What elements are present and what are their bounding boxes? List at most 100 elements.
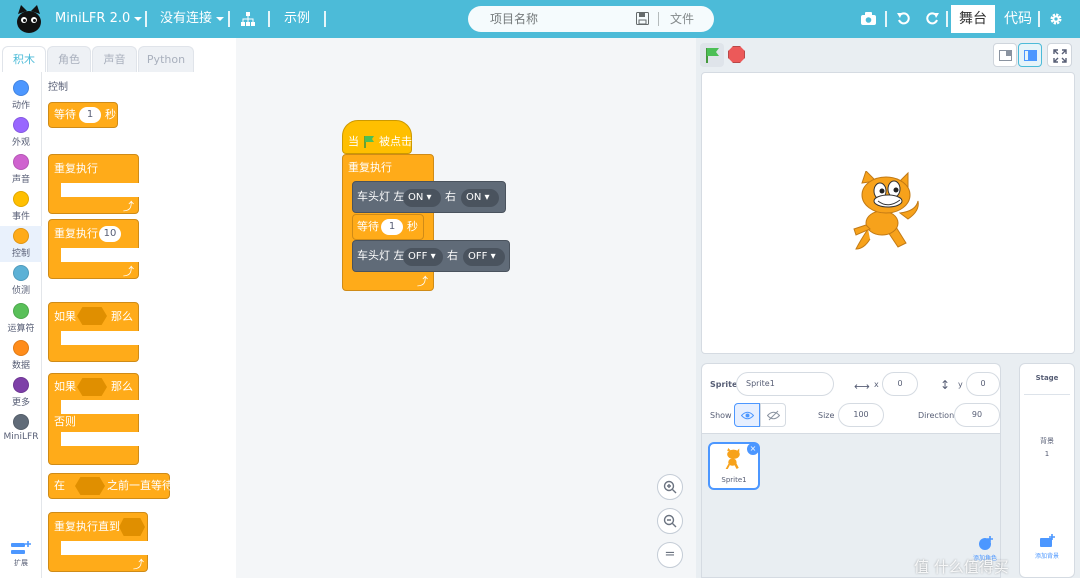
- delete-sprite-icon[interactable]: ×: [747, 443, 759, 455]
- left-light-dropdown[interactable]: ON ▾: [403, 189, 441, 207]
- show-hidden-button[interactable]: [760, 403, 786, 427]
- divider: [324, 11, 326, 27]
- green-flag-button[interactable]: [700, 43, 724, 67]
- direction-field[interactable]: 90: [954, 403, 1000, 427]
- small-stage-button[interactable]: [993, 43, 1017, 67]
- block-repeat-until[interactable]: 重复执行直到 ⤴: [48, 512, 149, 572]
- vertical-arrows-icon: ↕: [940, 378, 951, 392]
- extensions-button[interactable]: 扩展: [0, 534, 42, 574]
- sprite-thumbnail-label: Sprite1: [721, 476, 747, 484]
- connection-menu[interactable]: 没有连接: [160, 0, 225, 38]
- add-sprite-icon: [979, 536, 993, 550]
- camera-icon[interactable]: [861, 12, 876, 25]
- sprite-thumbnail[interactable]: Sprite1 ×: [708, 442, 760, 490]
- block-headlight[interactable]: 车头灯 左 ON ▾ 右 ON ▾: [352, 181, 506, 213]
- category-minilfr[interactable]: MiniLFR: [0, 412, 42, 448]
- fullscreen-button[interactable]: [1047, 43, 1072, 67]
- category-dot: [13, 340, 29, 356]
- tab-sprites[interactable]: 角色: [47, 46, 91, 72]
- zoom-reset-button[interactable]: =: [657, 542, 683, 568]
- redo-icon[interactable]: [926, 12, 939, 25]
- examples-button[interactable]: 示例: [284, 0, 310, 38]
- app-title-menu[interactable]: MiniLFR 2.0: [55, 0, 143, 38]
- chevron-down-icon: [134, 16, 143, 21]
- condition-slot[interactable]: [77, 307, 107, 325]
- hierarchy-icon[interactable]: [241, 12, 255, 26]
- category-control[interactable]: 控制: [0, 226, 42, 262]
- block-input[interactable]: 1: [381, 219, 403, 235]
- divider: [145, 11, 147, 27]
- x-field[interactable]: 0: [882, 372, 918, 396]
- extension-icon: [11, 541, 31, 554]
- y-field[interactable]: 0: [966, 372, 1000, 396]
- green-flag-icon: [706, 48, 719, 63]
- logo-cat-icon: [17, 5, 41, 33]
- blocks-panel: 积木 角色 声音 Python 动作 外观 声音 事件 控制 侦测 运算符 数据…: [0, 38, 236, 578]
- right-light-dropdown[interactable]: OFF ▾: [463, 248, 505, 266]
- zoom-out-button[interactable]: [657, 508, 683, 534]
- condition-slot[interactable]: [77, 378, 107, 396]
- green-flag-icon: [364, 136, 374, 148]
- block-text: 秒: [407, 220, 418, 233]
- category-motion[interactable]: 动作: [0, 78, 42, 114]
- category-sound[interactable]: 声音: [0, 152, 42, 188]
- category-more[interactable]: 更多: [0, 375, 42, 411]
- dropdown-value: OFF: [468, 251, 488, 262]
- stage-canvas[interactable]: [701, 72, 1075, 354]
- tab-stage[interactable]: 舞台: [951, 5, 995, 33]
- tab-python[interactable]: Python: [138, 46, 194, 72]
- block-if-else[interactable]: 如果 那么 否则: [48, 373, 141, 465]
- show-visible-button[interactable]: [734, 403, 760, 427]
- block-wait[interactable]: 等待 1 秒: [48, 102, 118, 128]
- category-dot: [13, 117, 29, 133]
- divider: [228, 11, 230, 27]
- zoom-out-icon: [663, 514, 677, 528]
- block-wait[interactable]: 等待 1 秒: [352, 214, 424, 240]
- save-icon[interactable]: [636, 12, 649, 25]
- large-stage-button[interactable]: [1018, 43, 1042, 67]
- caret-down-icon: ▾: [430, 251, 436, 262]
- tab-sounds[interactable]: 声音: [92, 46, 137, 72]
- category-data[interactable]: 数据: [0, 338, 42, 374]
- condition-slot[interactable]: [75, 477, 105, 495]
- category-dot: [13, 154, 29, 170]
- category-events[interactable]: 事件: [0, 189, 42, 225]
- left-light-dropdown[interactable]: OFF ▾: [403, 248, 443, 266]
- category-sensing[interactable]: 侦测: [0, 263, 42, 299]
- file-menu[interactable]: 文件: [670, 6, 694, 32]
- cat-sprite[interactable]: [850, 171, 926, 255]
- project-name-box: 文件: [468, 6, 714, 32]
- block-text: 重复执行: [54, 227, 98, 240]
- project-name-input[interactable]: [490, 10, 630, 28]
- add-backdrop-button[interactable]: 添加背景: [1024, 534, 1070, 574]
- block-headlight[interactable]: 车头灯 左 OFF ▾ 右 OFF ▾: [352, 240, 510, 272]
- sprite-name-field[interactable]: Sprite1: [736, 372, 834, 396]
- category-looks[interactable]: 外观: [0, 115, 42, 151]
- block-wait-until[interactable]: 在 之前一直等待: [48, 473, 173, 499]
- size-field[interactable]: 100: [838, 403, 884, 427]
- tab-blocks[interactable]: 积木: [2, 46, 46, 72]
- block-forever[interactable]: 重复执行 ⤴: [48, 154, 141, 214]
- block-repeat[interactable]: 重复执行 10 ⤴: [48, 219, 141, 279]
- block-mouth: [61, 248, 141, 262]
- category-operators[interactable]: 运算符: [0, 301, 42, 337]
- category-label: 控制: [11, 249, 30, 259]
- category-label: 外观: [11, 138, 30, 148]
- code-workspace[interactable]: 当 被点击 重复执行 ⤴ 车头灯 左 ON ▾ 右 ON ▾ 等待 1 秒 车头…: [236, 38, 696, 578]
- zoom-in-button[interactable]: [657, 474, 683, 500]
- right-light-dropdown[interactable]: ON ▾: [461, 189, 499, 207]
- undo-icon[interactable]: [897, 12, 910, 25]
- block-input[interactable]: 10: [99, 226, 121, 242]
- stage-select-panel[interactable]: Stage 背景 1 添加背景: [1019, 363, 1075, 578]
- block-input[interactable]: 1: [79, 107, 101, 123]
- loop-arrow-icon: ⤴: [123, 200, 134, 213]
- block-if-then[interactable]: 如果 那么: [48, 302, 141, 362]
- block-text: 右: [445, 190, 456, 203]
- tab-code[interactable]: 代码: [1004, 0, 1032, 38]
- gear-icon[interactable]: [1049, 12, 1063, 26]
- condition-slot[interactable]: [119, 518, 145, 536]
- block-when-flag-clicked[interactable]: 当 被点击: [342, 120, 412, 154]
- block-mouth: [61, 400, 141, 414]
- stop-button[interactable]: [728, 46, 745, 63]
- file-menu-label: 文件: [670, 12, 695, 26]
